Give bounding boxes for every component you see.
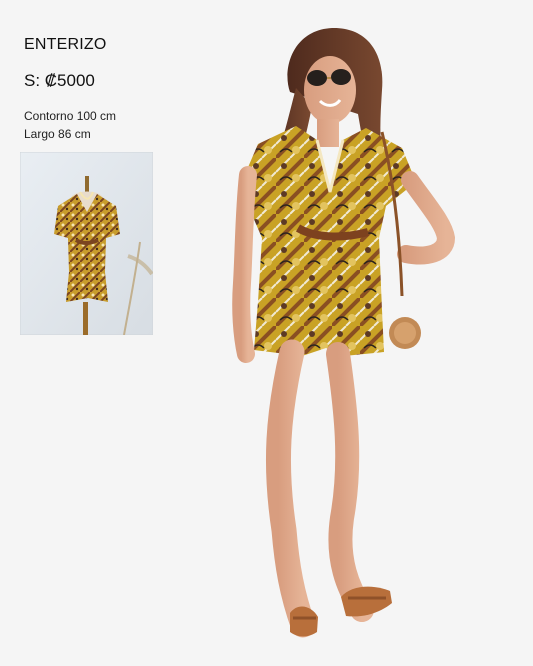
thumbnail-image[interactable]	[20, 152, 153, 335]
product-price: S: ₡5000	[24, 71, 95, 90]
product-card: ENTERIZO S: ₡5000 Contorno 100 cm Largo …	[0, 0, 533, 666]
product-title: ENTERIZO	[24, 36, 107, 53]
measurement-length: Largo 86 cm	[24, 127, 91, 141]
mannequin-photo-icon	[20, 152, 153, 335]
measurement-contour: Contorno 100 cm	[24, 109, 117, 123]
model-photo-icon	[232, 27, 456, 638]
main-product-image[interactable]	[220, 18, 490, 650]
